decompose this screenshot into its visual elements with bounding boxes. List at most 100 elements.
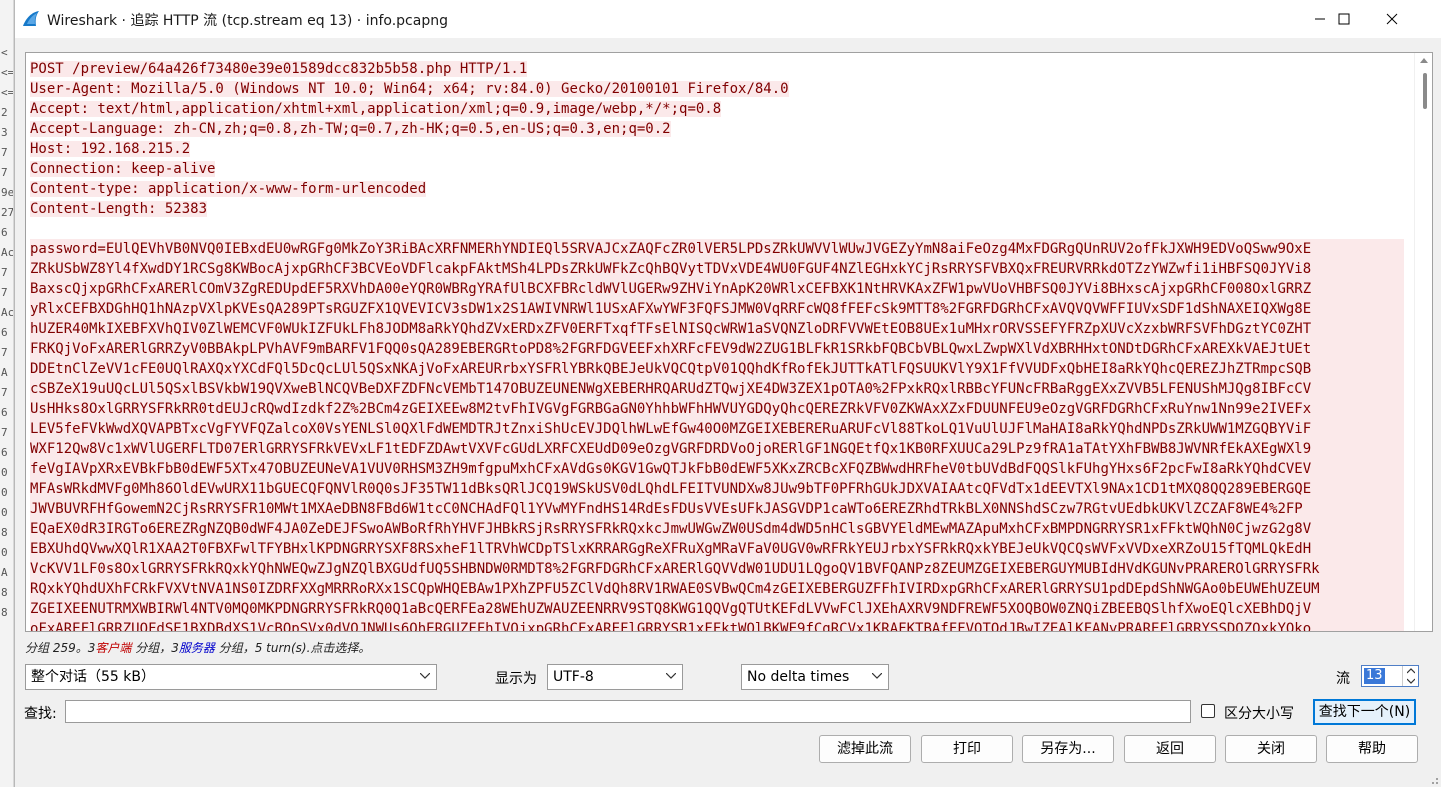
- background-glyph: Ac: [1, 306, 14, 319]
- body-line: password=EUlQEVhVB0NVQ0IEBxdEU0wRGFg0MkZ…: [30, 239, 1404, 259]
- case-sensitive-checkbox[interactable]: [1201, 704, 1215, 718]
- background-glyph: 6: [1, 446, 8, 459]
- background-glyph: 0: [1, 466, 8, 479]
- background-glyph: 8: [1, 526, 8, 539]
- background-glyph: <=: [1, 66, 14, 79]
- back-button[interactable]: 返回: [1124, 735, 1216, 763]
- body-line: MFAsWRkdMVFg0Mh86OldEVwURX11bGUECQFQNVlR…: [30, 479, 1404, 499]
- background-glyph: 7: [1, 166, 8, 179]
- help-button[interactable]: 帮助: [1326, 735, 1418, 763]
- client-label[interactable]: 客户端: [95, 641, 131, 655]
- background-glyph: 0: [1, 486, 8, 499]
- background-glyph: 7: [1, 386, 8, 399]
- background-glyph: 2: [1, 106, 8, 119]
- filter-out-stream-button[interactable]: 滤掉此流: [819, 735, 911, 763]
- background-glyph: 6: [1, 226, 8, 239]
- background-glyph: 7: [1, 286, 8, 299]
- body-line: oFxAREFlGRRZUOFdSE1BXDBdXS1VcBQpSVx0dVOJ…: [30, 619, 1404, 631]
- print-button[interactable]: 打印: [921, 735, 1013, 763]
- body-line: EQaEX0dR3IRGTo6EREZRgNZQB0dWF4JA0ZeDEJFS…: [30, 519, 1404, 539]
- stream-label: 流: [1336, 671, 1350, 687]
- background-glyph: 8: [1, 586, 8, 599]
- find-input[interactable]: [65, 700, 1191, 723]
- vertical-scrollbar[interactable]: [1414, 53, 1432, 631]
- window-title: Wireshark · 追踪 HTTP 流 (tcp.stream eq 13)…: [47, 13, 448, 29]
- follow-stream-window: Wireshark · 追踪 HTTP 流 (tcp.stream eq 13)…: [14, 0, 1441, 787]
- save-as-button[interactable]: 另存为...: [1022, 735, 1114, 763]
- background-glyph: Ac: [1, 246, 14, 259]
- header-line: Content-type: application/x-www-form-url…: [30, 181, 427, 197]
- show-as-label: 显示为: [495, 671, 537, 687]
- stream-number-spinbox[interactable]: 13: [1361, 665, 1419, 687]
- header-line: Connection: keep-alive: [30, 161, 216, 177]
- background-glyph: A: [1, 366, 8, 379]
- body-line: BaxscQjxpGRhCFxARERlCOmV3ZgREDUpdEF5RXVh…: [30, 279, 1404, 299]
- background-glyph: A: [1, 566, 8, 579]
- body-line: EBXUhdQVwwXQlR1XAA2T0FBXFwlTFYBHxlKPDNGR…: [30, 539, 1404, 559]
- encoding-select[interactable]: UTF-8: [547, 664, 683, 690]
- chevron-down-icon: [420, 673, 430, 679]
- spin-up-icon[interactable]: [1407, 668, 1415, 674]
- background-window-sliver: < <= <= 2 3 7 7 9e 27 6 Ac 7 7 Ac 6 7 A 7 6 7 6 0 0 0 8 0 A 8 8: [0, 0, 14, 787]
- background-glyph: 9e: [1, 186, 14, 199]
- body-line: ZGEIXEENUTRMXWBIRWl4NTV0MQ0MKPDNGRRYSFRk…: [30, 599, 1404, 619]
- stream-number-value: 13: [1364, 668, 1385, 684]
- close-icon: [1386, 13, 1398, 25]
- background-glyph: 7: [1, 426, 8, 439]
- background-glyph: 6: [1, 406, 8, 419]
- background-glyph: 0: [1, 546, 8, 559]
- close-window-button[interactable]: [1369, 0, 1415, 38]
- background-glyph: 7: [1, 346, 8, 359]
- body-line: JWVBUVRFHfGowemN2CjRsRRYSFR10MWt1MXAeDBN…: [30, 499, 1404, 519]
- stream-text: POST /preview/64a426f73480e39e01589dcc83…: [30, 59, 1404, 631]
- background-glyph: 6: [1, 326, 8, 339]
- resize-grip-icon[interactable]: [1429, 775, 1439, 785]
- chevron-down-icon: [872, 673, 882, 679]
- header-line: Host: 192.168.215.2: [30, 141, 191, 157]
- maximize-icon: [1338, 13, 1350, 25]
- background-glyph: 8: [1, 606, 8, 619]
- title-bar[interactable]: Wireshark · 追踪 HTTP 流 (tcp.stream eq 13)…: [15, 0, 1441, 38]
- scrollbar-thumb[interactable]: [1423, 73, 1427, 109]
- spin-down-icon[interactable]: [1407, 678, 1415, 684]
- body-line: yRlxCEFBXDGhHQ1hNAzpVXlpKVEsQA289PTsRGUZ…: [30, 299, 1404, 319]
- delta-times-select[interactable]: No delta times: [741, 664, 889, 690]
- background-glyph: <=: [1, 86, 14, 99]
- body-line: UsHHks8OxlGRRYSFRkRR0tdEUJcRQwdIzdkf2Z%2…: [30, 399, 1404, 419]
- request-body: password=EUlQEVhVB0NVQ0IEBxdEU0wRGFg0MkZ…: [30, 239, 1404, 631]
- find-label: 查找:: [24, 706, 57, 722]
- request-headers: POST /preview/64a426f73480e39e01589dcc83…: [30, 59, 1404, 219]
- body-line: ZRkUSbWZ8Yl4fXwdDY1RCSg8KWBocAjxpGRhCF3B…: [30, 259, 1404, 279]
- background-glyph: 0: [1, 506, 8, 519]
- background-glyph: 7: [1, 146, 8, 159]
- body-line: WXF12Qw8Vc1xWVlUGERFLTD07ERlGRRYSFRkVEVx…: [30, 439, 1404, 459]
- spin-buttons[interactable]: [1402, 666, 1418, 686]
- body-line: LEV5feFVkWwdXQVAPBTxcVgFYVFQZalcoX0VsYEN…: [30, 419, 1404, 439]
- body-line: hUZER40MkIXEBFXVhQIV0ZlWEMCVF0WUkIZFUkLF…: [30, 319, 1404, 339]
- background-glyph: 7: [1, 266, 8, 279]
- body-line: RQxkYQhdUXhFCRkFVXVtNVA1NS0IZDRFXXgMRRRo…: [30, 579, 1404, 599]
- header-line: Content-Length: 52383: [30, 201, 208, 217]
- chevron-down-icon: [666, 673, 676, 679]
- stream-status: 分组 259。3客户端 分组，3服务器 分组，5 turn(s).点击选择。: [25, 641, 371, 655]
- case-sensitive-label[interactable]: 区分大小写: [1224, 703, 1294, 723]
- header-line: Accept: text/html,application/xhtml+xml,…: [30, 101, 722, 117]
- scroll-up-icon: [1420, 58, 1428, 63]
- header-line: POST /preview/64a426f73480e39e01589dcc83…: [30, 61, 528, 77]
- close-button[interactable]: 关闭: [1225, 735, 1317, 763]
- body-line: FRKQjVoFxARERlGRRZyV0BBAkpLPVhAVF9mBARFV…: [30, 339, 1404, 359]
- background-glyph: 3: [1, 126, 8, 139]
- wireshark-fin-icon: [23, 11, 39, 26]
- find-next-button[interactable]: 查找下一个(N): [1313, 699, 1416, 725]
- conversation-select[interactable]: 整个对话（55 kB）: [25, 664, 437, 690]
- server-label[interactable]: 服务器: [179, 641, 215, 655]
- body-line: DDEtnClZeVV1cFE0UQlRAXQxYXCdFQl5DcQcLUl5…: [30, 359, 1404, 379]
- header-line: User-Agent: Mozilla/5.0 (Windows NT 10.0…: [30, 81, 789, 97]
- body-line: feVgIAVpXRxEVBkFbB0dEWF5XTx47OBUZEUNeVA1…: [30, 459, 1404, 479]
- header-line: Accept-Language: zh-CN,zh;q=0.8,zh-TW;q=…: [30, 121, 671, 137]
- stream-content-pane[interactable]: POST /preview/64a426f73480e39e01589dcc83…: [25, 52, 1433, 632]
- background-glyph: <: [1, 46, 8, 59]
- background-glyph: 27: [1, 206, 14, 219]
- maximize-button[interactable]: [1321, 0, 1367, 38]
